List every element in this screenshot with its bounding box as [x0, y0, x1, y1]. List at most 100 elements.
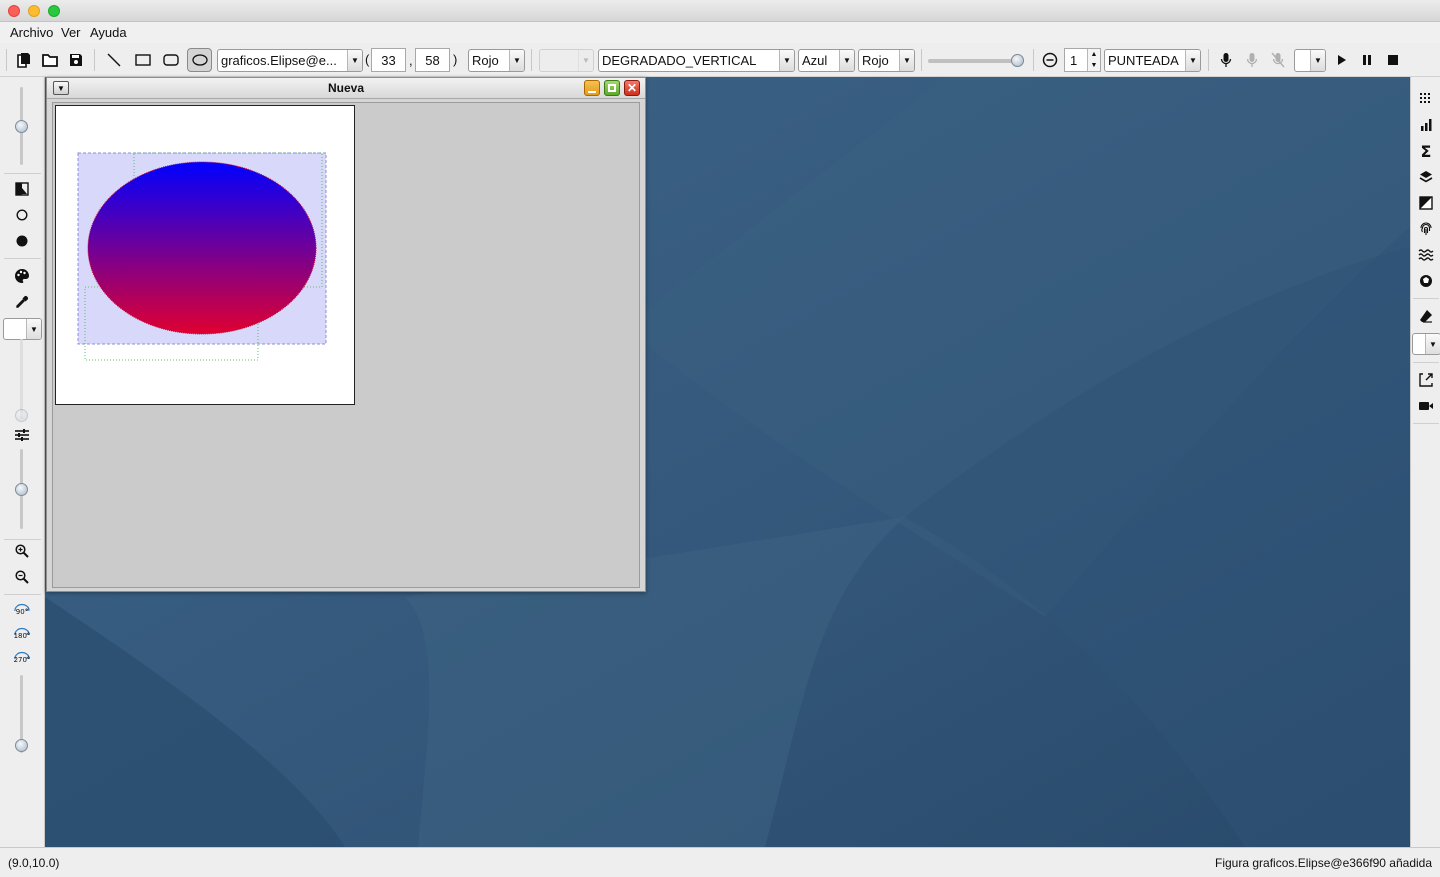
waves-icon[interactable] — [1416, 246, 1436, 264]
palette-icon[interactable] — [12, 267, 32, 285]
chevron-down-icon: ▼ — [779, 50, 794, 71]
minimize-window-button[interactable] — [28, 5, 40, 17]
rectangle-tool-icon[interactable] — [133, 48, 153, 72]
microphone-icon[interactable] — [1216, 48, 1236, 72]
grid-icon[interactable] — [1416, 90, 1436, 108]
chevron-down-icon: ▼ — [509, 50, 524, 71]
chevron-down-icon: ▼ — [347, 50, 362, 71]
spinner-arrows-icon[interactable]: ▲ ▼ — [1087, 49, 1100, 71]
microphone-disabled-icon[interactable] — [1242, 48, 1262, 72]
line-tool-icon[interactable] — [104, 48, 124, 72]
disabled-slider — [20, 339, 23, 419]
chevron-down-icon: ▼ — [1185, 50, 1200, 71]
audio-select[interactable]: ▼ — [1294, 49, 1326, 72]
status-bar: (9.0,10.0) Figura graficos.Elipse@e366f9… — [0, 847, 1440, 877]
tune-icon[interactable] — [12, 426, 32, 444]
circle-outline-icon[interactable] — [12, 206, 32, 224]
rotate-270-icon[interactable]: 270° — [11, 650, 33, 668]
zoom-in-icon[interactable] — [12, 542, 32, 560]
chevron-down-icon: ▼ — [26, 319, 41, 339]
microphone-off-icon[interactable] — [1268, 48, 1288, 72]
canvas-scroll-area — [52, 102, 640, 588]
chevron-down-icon: ▼ — [1310, 50, 1325, 71]
shape-select-value: graficos.Elipse@e... — [221, 53, 337, 68]
rotate-90-label: 90° — [15, 608, 29, 616]
transparency-slider[interactable] — [928, 59, 1024, 63]
chevron-down-icon: ▼ — [578, 50, 593, 71]
new-file-icon[interactable] — [14, 48, 34, 72]
open-folder-icon[interactable] — [40, 48, 60, 72]
brightness-slider-knob[interactable] — [15, 120, 28, 133]
stroke-style-select[interactable]: PUNTEADA ▼ — [1104, 49, 1201, 72]
color-select[interactable]: ▼ — [3, 318, 42, 340]
eyedropper-icon[interactable] — [12, 293, 32, 311]
right-toolbar: Σ ▼ — [1410, 77, 1440, 847]
ellipse-tool-icon[interactable] — [187, 48, 212, 72]
rotation-slider-knob[interactable] — [15, 739, 28, 752]
ellipse-figure[interactable] — [87, 161, 317, 335]
chevron-down-icon: ▼ — [839, 50, 854, 71]
contrast-icon[interactable] — [12, 180, 32, 198]
stroke-style-value: PUNTEADA — [1108, 53, 1179, 68]
rotate-180-icon[interactable]: 180° — [11, 626, 33, 644]
chevron-down-icon: ▼ — [1425, 334, 1440, 354]
menu-ver[interactable]: Ver — [61, 25, 81, 40]
pause-icon[interactable] — [1358, 48, 1376, 72]
close-window-button[interactable] — [8, 5, 20, 17]
circle-filled-icon[interactable] — [12, 232, 32, 250]
fill-type-value: DEGRADADO_VERTICAL — [602, 53, 757, 68]
aperture-icon[interactable] — [1416, 272, 1436, 290]
minus-circle-icon[interactable] — [1040, 48, 1060, 72]
stroke-color-select[interactable]: Rojo ▼ — [468, 49, 525, 72]
bar-chart-icon[interactable] — [1416, 116, 1436, 134]
disabled-slider-knob — [15, 409, 28, 422]
frame-minimize-icon[interactable] — [584, 80, 600, 96]
menu-archivo[interactable]: Archivo — [10, 25, 53, 40]
transparency-slider-knob[interactable] — [1011, 54, 1024, 67]
menu-ayuda[interactable]: Ayuda — [90, 25, 127, 40]
rotate-270-label: 270° — [13, 656, 31, 664]
fill-color-select-disabled[interactable]: ▼ — [539, 49, 594, 72]
save-icon[interactable] — [66, 48, 86, 72]
figure-layer — [77, 152, 327, 361]
internal-frame: ▼ Nueva ✕ — [46, 77, 646, 592]
frame-maximize-icon[interactable] — [604, 80, 620, 96]
stroke-width-spinner[interactable]: 1 ▲ ▼ — [1064, 48, 1101, 72]
coord-y-field[interactable]: 58 — [415, 48, 450, 72]
gradient-color2-select[interactable]: Rojo ▼ — [858, 49, 915, 72]
export-icon[interactable] — [1416, 371, 1436, 389]
status-coords: (9.0,10.0) — [8, 856, 60, 870]
coord-close-paren: ) — [453, 52, 458, 67]
frame-close-icon[interactable]: ✕ — [624, 80, 640, 96]
gradient-color1-value: Azul — [802, 53, 828, 68]
status-message: Figura graficos.Elipse@e366f90 añadida — [1215, 856, 1432, 870]
eraser-icon[interactable] — [1416, 307, 1436, 325]
rotate-180-label: 180° — [13, 632, 31, 640]
coord-comma: , — [409, 53, 413, 68]
chevron-down-icon: ▼ — [899, 50, 914, 71]
window-title-bar — [0, 0, 1440, 22]
layers-icon[interactable] — [1416, 168, 1436, 186]
contrast-icon[interactable] — [1416, 194, 1436, 212]
drawing-canvas[interactable] — [55, 105, 355, 405]
sigma-icon[interactable]: Σ — [1416, 142, 1436, 161]
coord-x-field[interactable]: 33 — [371, 48, 406, 72]
fill-type-select[interactable]: DEGRADADO_VERTICAL ▼ — [598, 49, 795, 72]
stop-icon[interactable] — [1384, 48, 1402, 72]
coord-open-paren: ( — [365, 52, 370, 67]
filter-select[interactable]: ▼ — [1412, 333, 1440, 355]
round-rectangle-tool-icon[interactable] — [161, 48, 181, 72]
frame-title: Nueva — [327, 81, 365, 95]
zoom-out-icon[interactable] — [12, 568, 32, 586]
play-icon[interactable] — [1333, 48, 1351, 72]
fingerprint-icon[interactable] — [1416, 220, 1436, 238]
gradient-color1-select[interactable]: Azul ▼ — [798, 49, 855, 72]
left-toolbar: ▼ 90° 180° 270° — [0, 77, 45, 847]
video-camera-icon[interactable] — [1416, 397, 1436, 415]
frame-title-bar[interactable]: ▼ Nueva ✕ — [47, 78, 645, 99]
menu-bar: Archivo Ver Ayuda — [0, 22, 1440, 43]
shape-select[interactable]: graficos.Elipse@e... ▼ — [217, 49, 363, 72]
threshold-slider-knob[interactable] — [15, 483, 28, 496]
maximize-window-button[interactable] — [48, 5, 60, 17]
rotate-90-icon[interactable]: 90° — [11, 602, 33, 620]
